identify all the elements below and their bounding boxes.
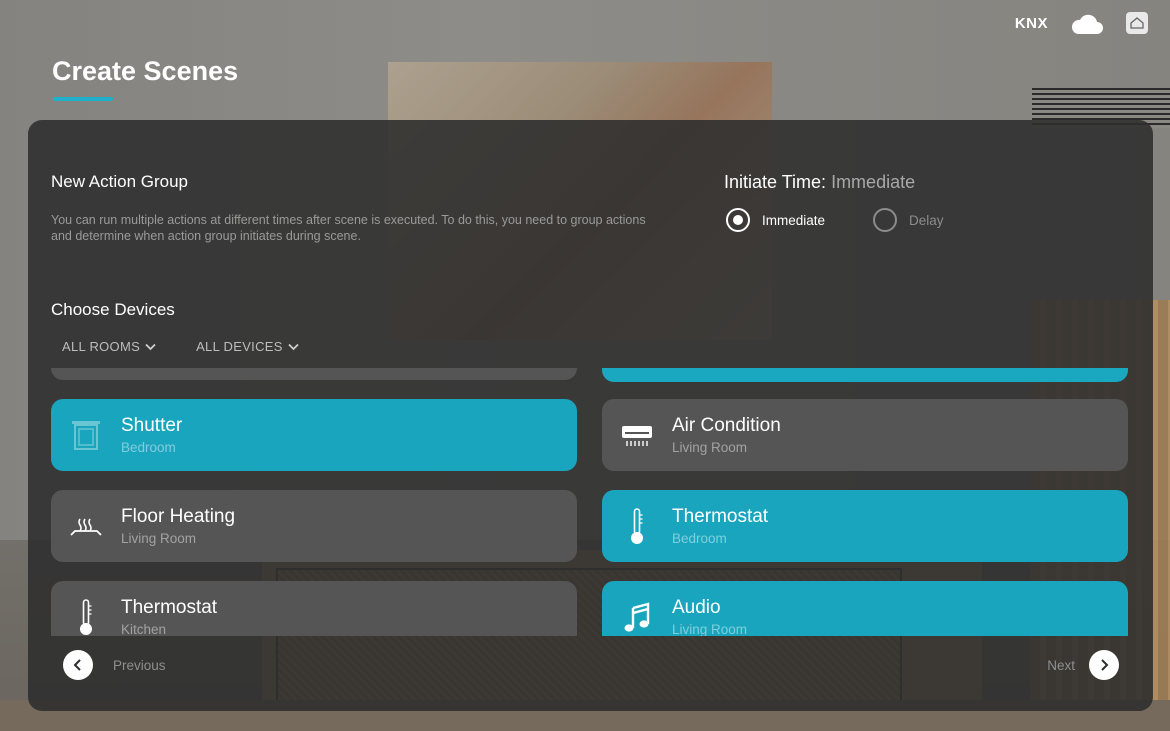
status-bar: KNX	[1015, 12, 1148, 34]
radio-unselected-icon	[873, 208, 898, 232]
device-card-audio[interactable]: Audio Living Room	[602, 581, 1128, 636]
chevron-down-icon	[145, 343, 156, 350]
chevron-left-icon	[63, 650, 93, 680]
device-card-partial[interactable]	[602, 368, 1128, 382]
device-room: Living Room	[672, 622, 748, 636]
initiate-time-value: Immediate	[831, 172, 916, 192]
previous-button[interactable]: Previous	[63, 650, 166, 680]
page-title: Create Scenes	[52, 56, 239, 86]
device-card-thermostat-kitchen[interactable]: Thermostat Kitchen	[51, 581, 577, 636]
air-condition-icon	[602, 399, 672, 471]
chevron-right-icon	[1089, 650, 1119, 680]
device-list[interactable]: Shutter Bedroom Air Condition Living Roo…	[28, 368, 1153, 636]
device-name: Floor Heating	[121, 506, 236, 527]
previous-label: Previous	[113, 657, 166, 673]
initiate-time-options: Immediate Delay	[726, 208, 944, 232]
device-room: Bedroom	[672, 531, 727, 546]
cloud-icon[interactable]	[1070, 13, 1104, 34]
device-name: Air Condition	[672, 415, 781, 436]
device-card-partial[interactable]	[51, 368, 577, 380]
device-card-air-condition[interactable]: Air Condition Living Room	[602, 399, 1128, 471]
device-room: Bedroom	[121, 440, 176, 455]
device-name: Shutter	[121, 415, 183, 436]
device-room: Living Room	[121, 531, 197, 546]
device-card-floor-heating[interactable]: Floor Heating Living Room	[51, 490, 577, 562]
home-icon[interactable]	[1126, 12, 1148, 34]
device-card-shutter[interactable]: Shutter Bedroom	[51, 399, 577, 471]
shutter-icon	[51, 399, 121, 471]
radio-immediate[interactable]: Immediate	[726, 208, 825, 232]
action-group-description: You can run multiple actions at differen…	[51, 213, 646, 243]
choose-devices-title: Choose Devices	[51, 300, 175, 319]
device-room: Living Room	[672, 440, 748, 455]
filter-all-devices[interactable]: ALL DEVICES	[196, 339, 299, 354]
radio-selected-icon	[726, 208, 750, 232]
scene-panel: New Action Group You can run multiple ac…	[28, 120, 1153, 711]
floor-heating-icon	[51, 490, 121, 562]
filter-label: ALL ROOMS	[62, 339, 141, 354]
radio-label: Delay	[909, 212, 944, 228]
radio-label: Immediate	[762, 212, 826, 228]
action-group-title: New Action Group	[51, 172, 189, 191]
device-room: Kitchen	[121, 622, 167, 636]
device-filters: ALL ROOMS ALL DEVICES	[62, 339, 299, 354]
audio-icon	[602, 581, 672, 636]
initiate-time-caption: Initiate Time:	[724, 172, 827, 192]
device-name: Audio	[672, 597, 721, 618]
filter-label: ALL DEVICES	[196, 339, 283, 354]
device-card-thermostat-bedroom[interactable]: Thermostat Bedroom	[602, 490, 1128, 562]
chevron-down-icon	[288, 343, 299, 350]
radio-delay[interactable]: Delay	[873, 208, 944, 232]
thermostat-icon	[602, 490, 672, 562]
title-underline	[53, 97, 113, 101]
knx-label: KNX	[1014, 14, 1048, 32]
device-name: Thermostat	[672, 506, 769, 527]
device-name: Thermostat	[121, 597, 218, 618]
initiate-time-label: Initiate Time: Immediate	[724, 172, 915, 193]
next-button[interactable]: Next	[1047, 650, 1119, 680]
thermostat-icon	[51, 581, 121, 636]
filter-all-rooms[interactable]: ALL ROOMS	[62, 339, 156, 354]
next-label: Next	[1047, 657, 1075, 673]
